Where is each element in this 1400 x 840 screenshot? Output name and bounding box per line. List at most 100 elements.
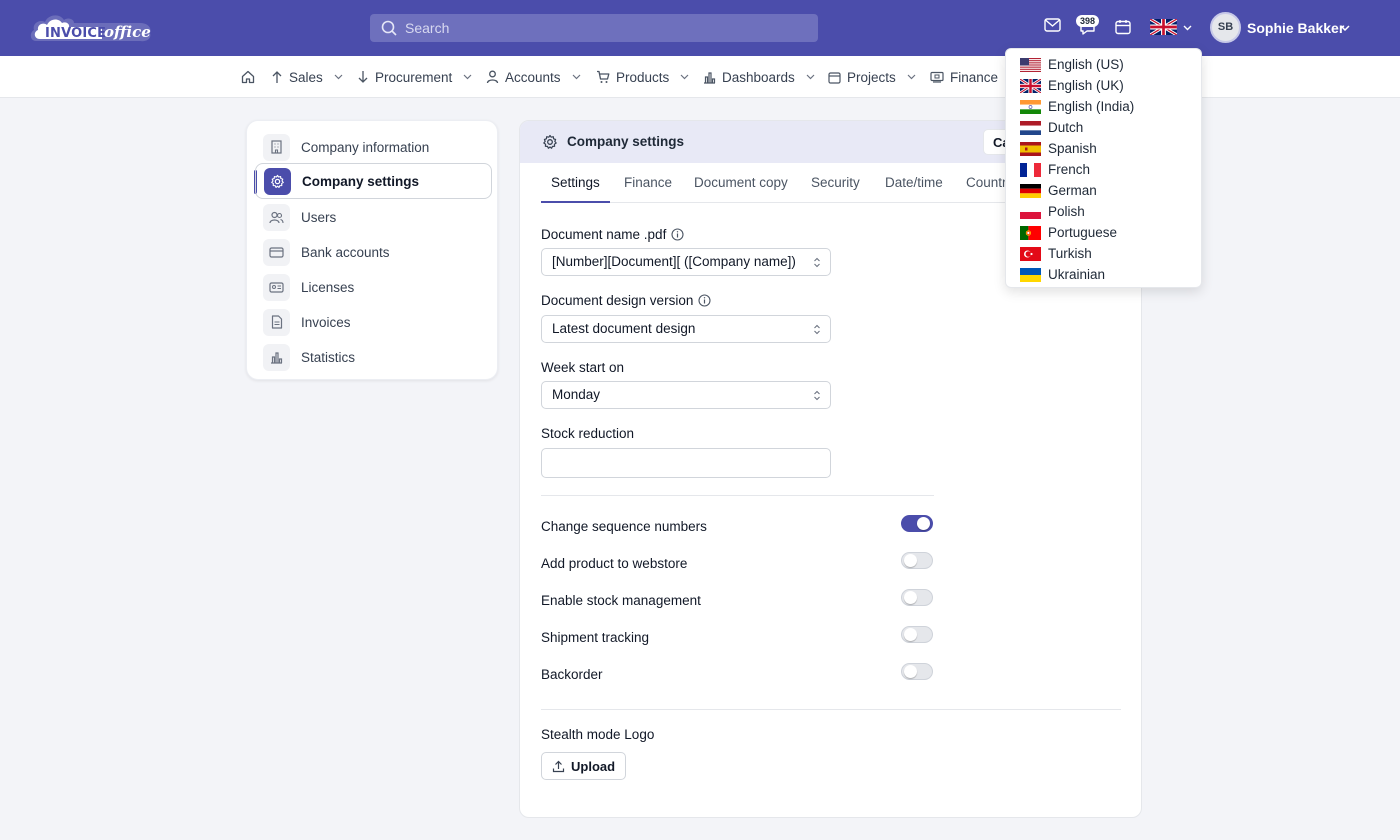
arrow-down-icon (358, 71, 368, 83)
tab-security[interactable]: Security (811, 163, 860, 203)
nav-label: Projects (847, 69, 896, 85)
language-label: English (India) (1048, 99, 1135, 114)
updown-chevron-icon (814, 324, 820, 335)
tab-date-time[interactable]: Date/time (885, 163, 943, 203)
arrow-up-icon (272, 71, 282, 83)
toggle-label: Add product to webstore (541, 556, 688, 571)
search-input[interactable] (405, 14, 805, 42)
nav-label: Finance (950, 69, 999, 85)
toggle-knob (917, 517, 930, 530)
language-label: Dutch (1048, 120, 1084, 135)
language-option-ukrainian[interactable]: Ukrainian (1020, 264, 1105, 285)
calendar-icon[interactable] (1115, 19, 1131, 35)
toggle-label: Enable stock management (541, 593, 701, 608)
upload-button[interactable]: Upload (541, 752, 627, 780)
sidebar-item-bank-accounts[interactable]: Bank accounts (263, 235, 491, 269)
toggle-knob (904, 628, 917, 641)
sidebar-item-company-settings[interactable]: Company settings (255, 163, 492, 199)
sidebar-item-label: Licenses (301, 279, 355, 295)
toggle-knob (904, 554, 917, 567)
language-option-french[interactable]: French (1020, 159, 1090, 180)
language-label: Portuguese (1048, 225, 1118, 240)
nav-procurement[interactable]: Procurement (357, 56, 472, 98)
divider (541, 709, 1121, 710)
id-card-icon (263, 273, 290, 301)
india-flag-icon (1020, 99, 1041, 114)
netherlands-flag-icon (1020, 120, 1041, 135)
document-name-select[interactable]: [Number][Document][ ([Company name]) (541, 248, 831, 276)
user-icon (486, 70, 499, 84)
language-option-english-uk[interactable]: English (UK) (1020, 75, 1124, 96)
shipment-tracking-toggle[interactable] (901, 626, 933, 643)
toggle-knob (904, 591, 917, 604)
language-label: Ukrainian (1048, 267, 1106, 282)
ukraine-flag-icon (1020, 267, 1041, 282)
language-option-turkish[interactable]: Turkish (1020, 243, 1092, 264)
upload-label: Upload (571, 758, 616, 774)
user-name[interactable]: Sophie Bakker (1247, 20, 1344, 36)
nav-dashboards[interactable]: Dashboards (703, 56, 815, 98)
logo[interactable]: INVOICE office (28, 11, 154, 45)
language-option-polish[interactable]: Polish (1020, 201, 1085, 222)
tab-settings[interactable]: Settings (541, 163, 610, 203)
language-label: French (1048, 162, 1091, 177)
users-icon (263, 203, 290, 231)
bar-chart-icon (263, 343, 290, 371)
search-icon (381, 20, 397, 36)
sidebar-item-company-information[interactable]: Company information (263, 130, 491, 164)
nav-sales[interactable]: Sales (271, 56, 343, 98)
sidebar-item-users[interactable]: Users (263, 200, 491, 234)
nav-label: Dashboards (722, 69, 795, 85)
language-option-german[interactable]: German (1020, 180, 1097, 201)
avatar[interactable]: SB (1210, 12, 1241, 43)
nav-products[interactable]: Products (596, 56, 689, 98)
chevron-down-icon (463, 74, 472, 80)
enable-stock-management-toggle[interactable] (901, 589, 933, 606)
nav-projects[interactable]: Projects (828, 56, 916, 98)
sidebar-item-label: Company information (301, 139, 430, 155)
sidebar-item-statistics[interactable]: Statistics (263, 340, 491, 374)
bar-chart-icon (704, 71, 716, 84)
sidebar-item-label: Company settings (302, 173, 420, 189)
add-product-to-webstore-toggle[interactable] (901, 552, 933, 569)
uk-flag-icon (1020, 78, 1041, 93)
design-version-select[interactable]: Latest document design (541, 315, 831, 343)
toggle-label: Shipment tracking (541, 630, 650, 645)
stealth-logo-label: Stealth mode Logo (541, 727, 655, 742)
language-option-portuguese[interactable]: Portuguese (1020, 222, 1117, 243)
nav-label: Sales (289, 69, 323, 85)
toggle-label: Change sequence numbers (541, 519, 707, 534)
document-icon (263, 308, 290, 336)
stock-reduction-input[interactable] (541, 448, 831, 478)
language-option-english-us[interactable]: English (US) (1020, 54, 1124, 75)
design-version-label: Document design version (541, 293, 711, 308)
tab-finance[interactable]: Finance (624, 163, 672, 203)
sidebar-item-licenses[interactable]: Licenses (263, 270, 491, 304)
notification-badge: 398 (1076, 15, 1100, 27)
sidebar-item-label: Statistics (301, 349, 356, 365)
change-sequence-numbers-toggle[interactable] (901, 515, 933, 532)
home-icon[interactable] (241, 70, 255, 84)
mail-icon[interactable] (1044, 18, 1061, 32)
toggle-label: Backorder (541, 667, 603, 682)
language-option-spanish[interactable]: Spanish (1020, 138, 1097, 159)
backorder-toggle[interactable] (901, 663, 933, 680)
divider (541, 495, 934, 496)
gear-icon (264, 167, 291, 195)
chevron-down-icon (806, 74, 815, 80)
nav-finance[interactable]: Finance (930, 56, 998, 98)
info-icon[interactable] (698, 294, 711, 307)
document-name-label: Document name .pdf (541, 227, 684, 242)
language-label: Polish (1048, 204, 1085, 219)
language-option-english-india[interactable]: English (India) (1020, 96, 1134, 117)
week-start-select[interactable]: Monday (541, 381, 831, 409)
sidebar-item-invoices[interactable]: Invoices (263, 305, 491, 339)
tab-country[interactable]: Countr (966, 163, 1007, 203)
calendar-icon (828, 71, 841, 84)
search-box[interactable] (370, 14, 818, 42)
user-menu-chevron-icon[interactable] (1340, 25, 1350, 31)
tab-document-copy[interactable]: Document copy (694, 163, 788, 203)
language-option-dutch[interactable]: Dutch (1020, 117, 1083, 138)
nav-accounts[interactable]: Accounts (486, 56, 581, 98)
info-icon[interactable] (671, 228, 684, 241)
